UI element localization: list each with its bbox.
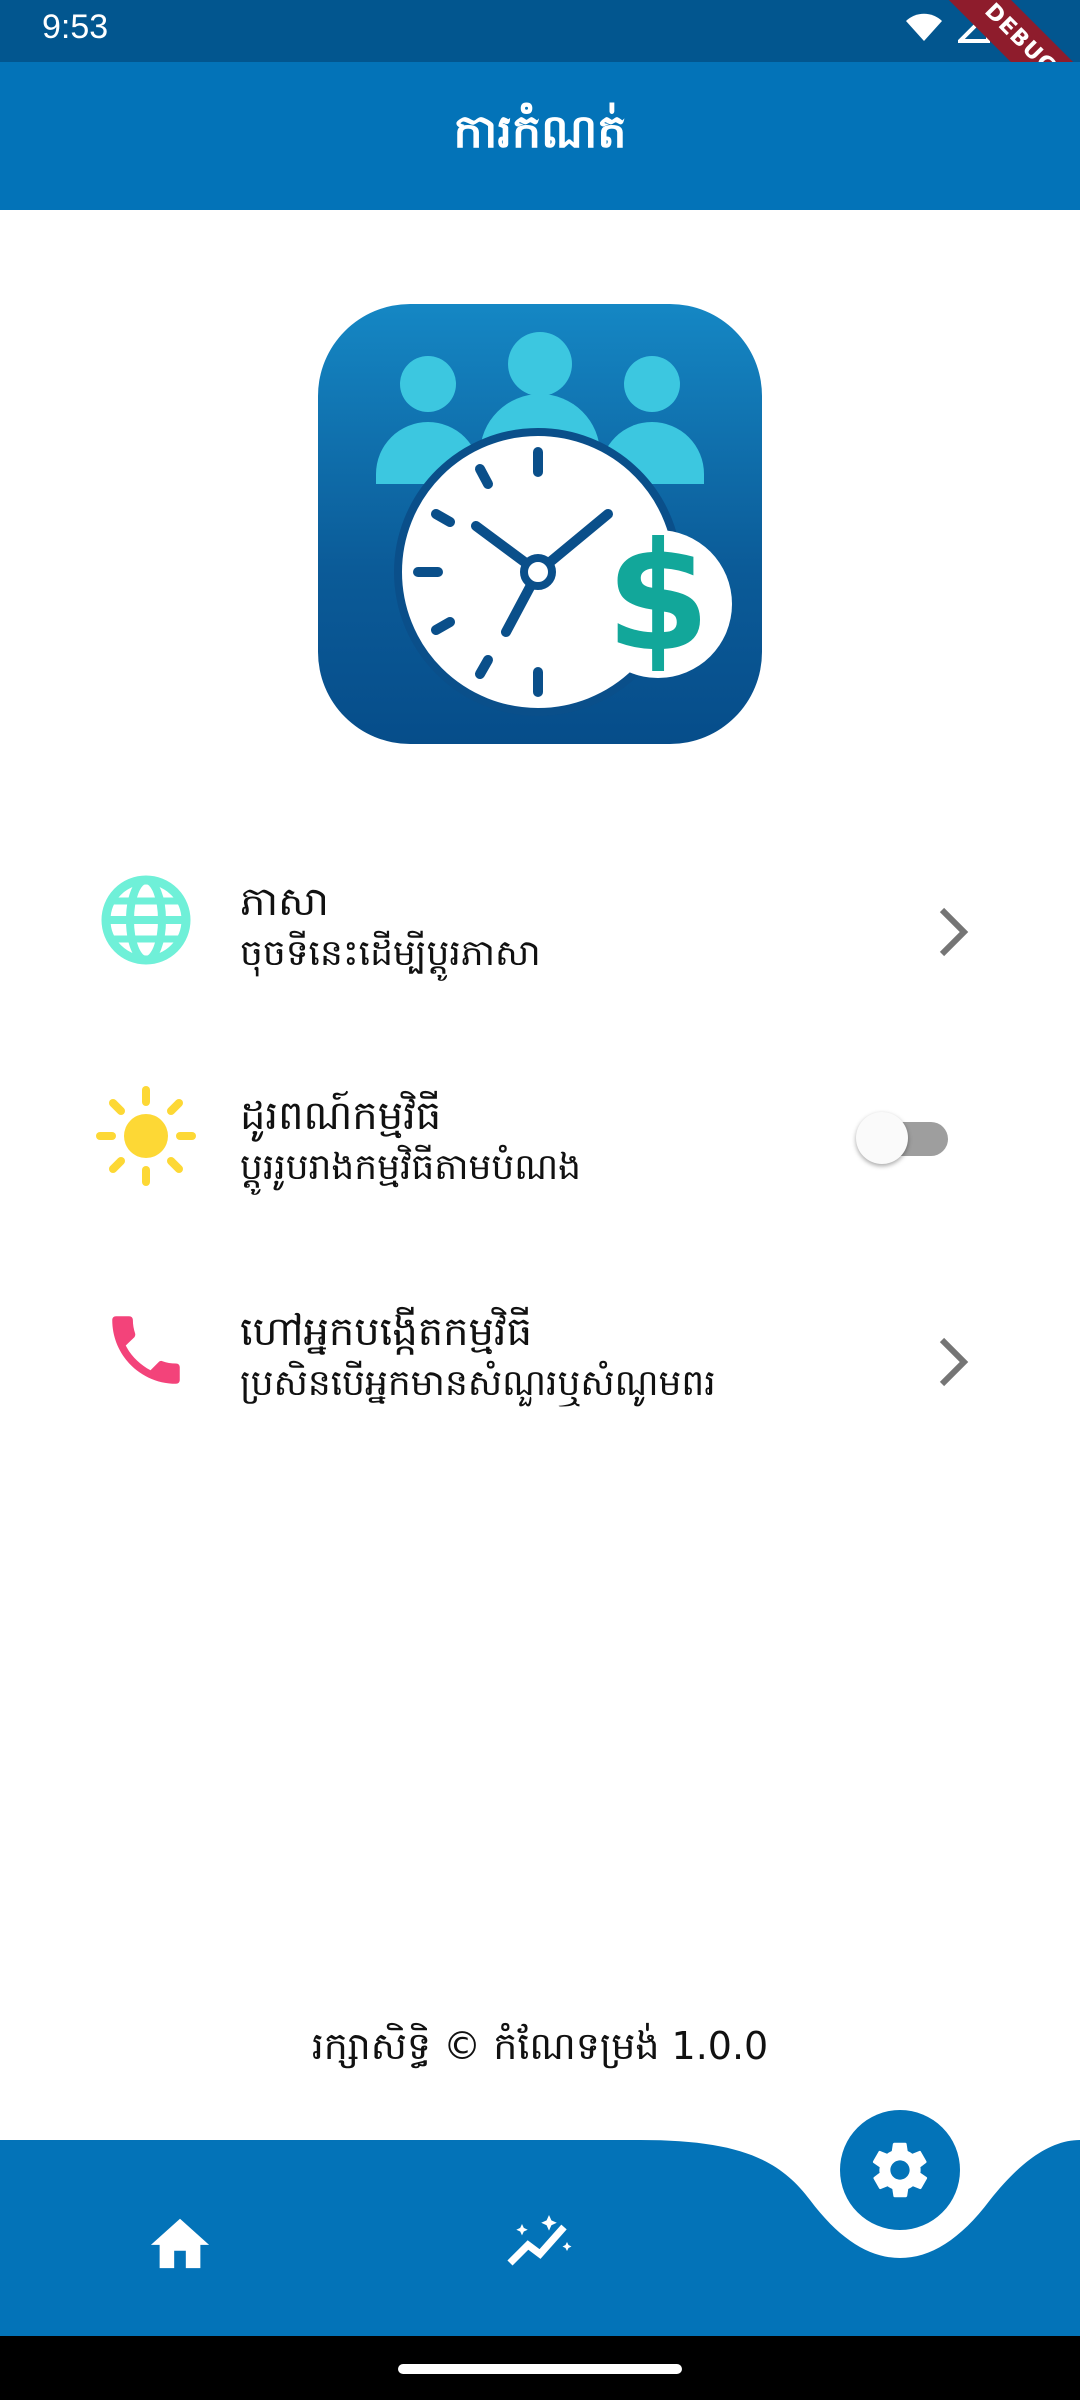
- theme-toggle[interactable]: [856, 1102, 954, 1172]
- status-bar: 9:53 DEBUG: [0, 0, 1080, 148]
- home-gesture-handle[interactable]: [398, 2364, 682, 2374]
- gear-icon: [872, 2142, 928, 2198]
- clock-people-dollar-icon: $: [376, 332, 732, 716]
- chevron-right-icon: [930, 902, 976, 962]
- chevron-right-icon: [930, 1332, 976, 1392]
- settings-item-theme[interactable]: ដូរពណ៍កម្មវិធី ប្ដូររូបរាងកម្មវិធីតាមបំណ…: [0, 1034, 1080, 1234]
- copyright-text: រក្សាសិទ្ធិ © កំណែទម្រង់ 1.0.0: [311, 2024, 769, 2068]
- wifi-icon: [904, 11, 944, 47]
- app-bar: ការកំណត់: [0, 62, 1080, 210]
- settings-item-title: ភាសា: [240, 879, 329, 925]
- settings-item-subtitle: ប្រសិនបើអ្នកមានសំណួរឬសំណូមពរ: [240, 1363, 716, 1404]
- status-time: 9:53: [42, 8, 109, 46]
- settings-item-title: ហៅអ្នកបង្កើតកម្មវិធី: [240, 1309, 532, 1355]
- nav-settings-button[interactable]: [840, 2110, 960, 2230]
- insights-icon: [507, 2215, 572, 2266]
- toggle-thumb: [856, 1112, 908, 1164]
- globe-icon: [96, 870, 196, 970]
- settings-item-subtitle: ចុចទីនេះដើម្បីប្ដូរភាសា: [240, 933, 541, 974]
- system-navigation-bar: [0, 2336, 1080, 2400]
- home-icon: [150, 2218, 210, 2269]
- nav-home-button[interactable]: [140, 2202, 220, 2282]
- svg-text:$: $: [606, 511, 710, 685]
- settings-item-subtitle: ប្ដូររូបរាងកម្មវិធីតាមបំណង: [240, 1147, 582, 1188]
- app-logo: $: [318, 304, 762, 744]
- page-title: ការកំណត់: [453, 103, 627, 158]
- settings-item-language[interactable]: ភាសា ចុចទីនេះដើម្បីប្ដូរភាសា: [0, 820, 1080, 1020]
- phone-icon: [96, 1300, 196, 1400]
- settings-item-title: ដូរពណ៍កម្មវិធី: [240, 1093, 442, 1139]
- sun-icon: [96, 1086, 196, 1186]
- settings-item-contact[interactable]: ហៅអ្នកបង្កើតកម្មវិធី ប្រសិនបើអ្នកមានសំណួ…: [0, 1250, 1080, 1450]
- nav-insights-button[interactable]: [500, 2202, 580, 2282]
